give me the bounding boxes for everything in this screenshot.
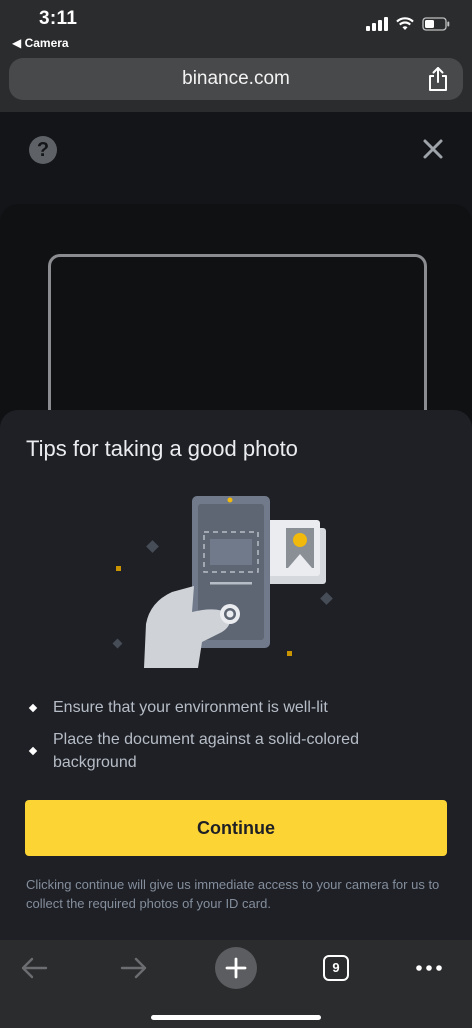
status-bar: 3:11 ◀ Camera [0,0,472,58]
page-content: ? Tips for taking a good photo Ensure th… [0,112,472,940]
new-tab-button[interactable] [214,946,258,990]
forward-arrow-icon [120,957,147,979]
battery-icon [422,17,450,31]
close-icon[interactable] [420,136,446,162]
share-icon[interactable] [427,66,449,92]
status-time: 3:11 [39,8,78,29]
forward-button[interactable] [112,946,156,990]
back-to-camera-link[interactable]: ◀ Camera [12,36,69,50]
status-icons [366,17,450,31]
url-text[interactable]: binance.com [9,68,463,90]
bullet-icon [28,746,38,756]
tabs-icon: 9 [323,955,349,981]
tips-list: Ensure that your environment is well-lit… [26,696,446,783]
home-indicator [151,1015,321,1020]
help-icon[interactable]: ? [29,136,57,164]
tip-text: Place the document against a solid-color… [53,731,359,771]
phone-photo-illustration-icon [112,496,333,668]
list-item: Ensure that your environment is well-lit [26,696,446,719]
camera-access-disclaimer: Clicking continue will give us immediate… [26,877,440,911]
more-icon [416,965,442,971]
new-tab-icon [215,947,257,989]
back-button[interactable] [12,946,56,990]
continue-button[interactable]: Continue [25,800,447,856]
signal-icon [366,17,388,31]
tabs-button[interactable]: 9 [314,946,358,990]
wifi-icon [396,17,414,30]
bullet-icon [28,703,38,713]
tip-text: Ensure that your environment is well-lit [53,699,328,716]
more-button[interactable] [407,946,451,990]
browser-toolbar: 9 [0,940,472,1028]
address-bar[interactable]: binance.com [9,58,463,100]
sheet-title: Tips for taking a good photo [26,436,298,461]
list-item: Place the document against a solid-color… [26,728,446,774]
back-arrow-icon [21,957,48,979]
tips-sheet: Tips for taking a good photo Ensure that… [0,410,472,940]
